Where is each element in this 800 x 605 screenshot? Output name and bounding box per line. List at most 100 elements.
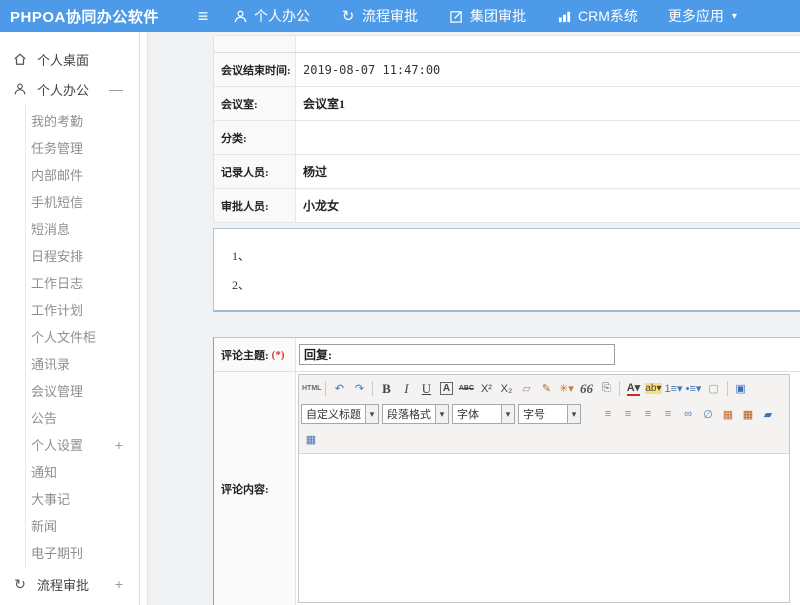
collapse-icon[interactable]: — xyxy=(109,81,123,97)
undo-icon[interactable]: ↶ xyxy=(329,379,349,399)
sidebar-item-label: 个人桌面 xyxy=(37,50,89,69)
underline-icon[interactable]: U xyxy=(416,379,436,399)
nav-crm[interactable]: CRM系统 xyxy=(556,6,638,26)
media-icon[interactable]: ▰ xyxy=(758,404,778,424)
field-value-text: 杨过 xyxy=(303,163,327,180)
subscript-icon[interactable]: X₂ xyxy=(496,379,516,399)
sidebar-group-personal-office[interactable]: 个人办公 — xyxy=(0,74,139,104)
person-icon xyxy=(12,81,28,97)
unordered-list-icon[interactable]: •≡▾ xyxy=(684,379,704,399)
image-icon[interactable]: ▦ xyxy=(718,404,738,424)
separator xyxy=(325,381,326,396)
redo-icon[interactable]: ↷ xyxy=(349,379,369,399)
sidebar-group-label: 个人办公 xyxy=(37,80,89,99)
heading-select[interactable]: 自定义标题 ▾ xyxy=(301,404,379,424)
caret-down-icon: ▾ xyxy=(435,405,448,423)
label-column-stub xyxy=(214,36,296,52)
expand-icon[interactable]: + xyxy=(115,576,123,592)
sidebar-item[interactable]: 工作计划 xyxy=(26,296,139,323)
sidebar-group-workflow[interactable]: ↻ 流程审批 + xyxy=(0,569,139,599)
upload-image-icon[interactable]: ▦ xyxy=(738,404,758,424)
sidebar-item[interactable]: 内部邮件 xyxy=(26,161,139,188)
field-value: 小龙女 xyxy=(296,189,800,222)
sidebar-item-label: 短消息 xyxy=(31,219,70,238)
sidebar-item[interactable]: 大事记 xyxy=(26,485,139,512)
font-size-select[interactable]: 字号 ▾ xyxy=(518,404,581,424)
field-label: 记录人员: xyxy=(214,155,296,188)
fullscreen-icon[interactable]: ▣ xyxy=(731,379,751,399)
toolbar-row-3: ▦ xyxy=(301,427,787,451)
home-icon xyxy=(12,51,28,67)
sidebar-item[interactable]: 个人文件柜 xyxy=(26,323,139,350)
sidebar-item[interactable]: 会议管理 xyxy=(26,377,139,404)
unlink-icon[interactable]: ∅ xyxy=(698,404,718,424)
sidebar-item-label: 大事记 xyxy=(31,489,70,508)
align-right-icon[interactable]: ≡ xyxy=(638,404,658,424)
sidebar-group-label: 流程审批 xyxy=(37,575,89,594)
sidebar-item[interactable]: 电子期刊 xyxy=(26,539,139,566)
ordered-list-icon[interactable]: 1≡▾ xyxy=(663,379,683,399)
paste-special-icon[interactable]: ✳▾ xyxy=(556,379,576,399)
nav-more-apps[interactable]: 更多应用 ▾ xyxy=(668,6,737,26)
blockquote-icon[interactable]: 66 xyxy=(576,379,596,399)
html-source-button[interactable]: HTML xyxy=(301,379,322,399)
content-line: 2、 xyxy=(232,271,800,300)
sidebar-item-label: 个人设置 xyxy=(31,435,83,454)
paste-icon[interactable]: ⎘ xyxy=(596,379,616,399)
sidebar-item[interactable]: 任务管理 xyxy=(26,134,139,161)
font-color-icon[interactable]: A▾ xyxy=(623,379,643,399)
comment-content-row: 评论内容: HTML ↶ xyxy=(214,372,800,605)
field-label-text: 会议室: xyxy=(221,96,258,112)
new-page-icon[interactable]: ▢ xyxy=(704,379,724,399)
sidebar-item-label: 内部邮件 xyxy=(31,165,83,184)
link-icon[interactable]: ∞ xyxy=(678,404,698,424)
sidebar-item[interactable]: 日程安排 xyxy=(26,242,139,269)
sidebar-scroll-strip[interactable] xyxy=(140,32,148,605)
hamburger-icon[interactable]: ≡ xyxy=(186,7,220,25)
nav-group-approval[interactable]: 集团审批 xyxy=(448,6,526,26)
sidebar-item[interactable]: 工作日志 xyxy=(26,269,139,296)
sidebar-submenu: 我的考勤 任务管理 内部邮件 手机短信 xyxy=(25,104,139,569)
italic-icon[interactable]: I xyxy=(396,379,416,399)
sidebar-item-label: 我的考勤 xyxy=(31,111,83,130)
sidebar-item[interactable]: 公告 xyxy=(26,404,139,431)
sidebar-item[interactable]: 短消息 xyxy=(26,215,139,242)
sidebar-item[interactable]: 通讯录 xyxy=(26,350,139,377)
editor-content-area[interactable] xyxy=(299,454,789,602)
highlight-color-icon[interactable]: ab▾ xyxy=(643,379,663,399)
justify-icon[interactable]: ≡ xyxy=(658,404,678,424)
remove-format-icon[interactable]: ▱ xyxy=(516,379,536,399)
sidebar-item[interactable]: 个人设置 + xyxy=(26,431,139,458)
sidebar: 个人桌面 个人办公 — 我的考勤 任务管理 xyxy=(0,32,140,605)
paragraph-format-select[interactable]: 段落格式 ▾ xyxy=(382,404,449,424)
sidebar-item[interactable]: 我的考勤 xyxy=(26,107,139,134)
required-mark: (*) xyxy=(272,349,285,361)
field-label: 审批人员: xyxy=(214,189,296,222)
table-icon[interactable]: ▦ xyxy=(301,429,321,449)
format-painter-icon[interactable]: ✎ xyxy=(536,379,556,399)
font-family-select[interactable]: 字体 ▾ xyxy=(452,404,515,424)
align-left-icon[interactable]: ≡ xyxy=(598,404,618,424)
comment-subject-input[interactable] xyxy=(299,344,615,365)
expand-icon[interactable]: + xyxy=(115,437,123,453)
field-label-text: 审批人员: xyxy=(221,198,269,214)
sidebar-item[interactable]: 新闻 xyxy=(26,512,139,539)
strikethrough-icon[interactable]: ABC xyxy=(456,379,476,399)
field-value-text: 2019-08-07 11:47:00 xyxy=(303,63,440,77)
sidebar-item-label: 个人文件柜 xyxy=(31,327,96,346)
nav-workflow-approval[interactable]: ↻ 流程审批 xyxy=(340,6,418,26)
field-value-text: 会议室1 xyxy=(303,95,345,112)
caret-down-icon: ▾ xyxy=(732,11,737,22)
field-value xyxy=(296,121,800,154)
bold-icon[interactable]: B xyxy=(376,379,396,399)
sidebar-item-label: 新闻 xyxy=(31,516,57,535)
align-center-icon[interactable]: ≡ xyxy=(618,404,638,424)
separator xyxy=(372,381,373,396)
sidebar-item-desktop[interactable]: 个人桌面 xyxy=(0,44,139,74)
sidebar-item[interactable]: 通知 xyxy=(26,458,139,485)
nav-personal-office[interactable]: 个人办公 xyxy=(232,6,310,26)
rich-text-editor: HTML ↶ ↷ B xyxy=(298,374,790,603)
font-box-icon[interactable]: A xyxy=(436,379,456,399)
superscript-icon[interactable]: X² xyxy=(476,379,496,399)
sidebar-item[interactable]: 手机短信 xyxy=(26,188,139,215)
